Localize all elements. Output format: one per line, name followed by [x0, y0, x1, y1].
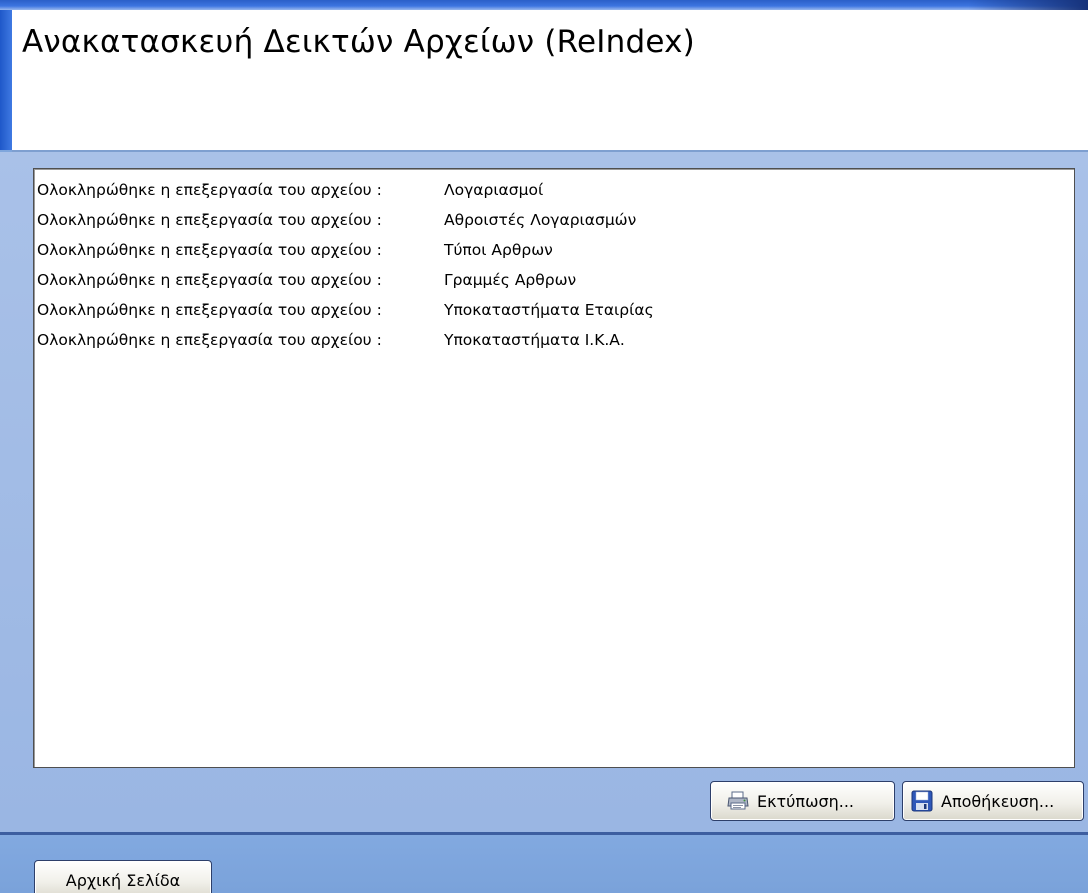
- print-button[interactable]: Εκτύπωση...: [710, 781, 895, 821]
- log-entry: Ολοκληρώθηκε η επεξεργασία του αρχείου :…: [37, 265, 1074, 295]
- printer-icon: [727, 791, 749, 811]
- log-entry-file: Υποκαταστήματα Ι.Κ.Α.: [444, 331, 625, 349]
- page-header: Ανακατασκευή Δεικτών Αρχείων (ReIndex): [12, 10, 1088, 152]
- log-entry-prefix: Ολοκληρώθηκε η επεξεργασία του αρχείου :: [37, 181, 382, 199]
- log-entry-prefix: Ολοκληρώθηκε η επεξεργασία του αρχείου :: [37, 301, 382, 319]
- save-button[interactable]: Αποθήκευση...: [902, 781, 1084, 821]
- window-top-strip: [0, 0, 1088, 10]
- log-entry-prefix: Ολοκληρώθηκε η επεξεργασία του αρχείου :: [37, 211, 382, 229]
- content-panel: Ολοκληρώθηκε η επεξεργασία του αρχείου :…: [0, 152, 1088, 832]
- log-entry-file: Τύποι Αρθρων: [444, 241, 553, 259]
- bottom-bar: Αρχική Σελίδα: [0, 835, 1088, 893]
- log-entry-file: Υποκαταστήματα Εταιρίας: [444, 301, 654, 319]
- floppy-disk-icon: [911, 790, 933, 812]
- page-title: Ανακατασκευή Δεικτών Αρχείων (ReIndex): [22, 24, 695, 60]
- log-textbox[interactable]: Ολοκληρώθηκε η επεξεργασία του αρχείου :…: [33, 168, 1075, 768]
- top-strip-accent: [968, 0, 1088, 10]
- log-entry: Ολοκληρώθηκε η επεξεργασία του αρχείου :…: [37, 295, 1074, 325]
- log-entry-file: Αθροιστές Λογαριασμών: [444, 211, 637, 229]
- save-button-label: Αποθήκευση...: [941, 791, 1055, 811]
- log-entry-file: Γραμμές Αρθρων: [444, 271, 577, 289]
- log-list: Ολοκληρώθηκε η επεξεργασία του αρχείου :…: [34, 169, 1074, 355]
- log-entry-prefix: Ολοκληρώθηκε η επεξεργασία του αρχείου :: [37, 241, 382, 259]
- home-page-button-label: Αρχική Σελίδα: [65, 871, 181, 890]
- log-entry-prefix: Ολοκληρώθηκε η επεξεργασία του αρχείου :: [37, 271, 382, 289]
- log-entry: Ολοκληρώθηκε η επεξεργασία του αρχείου :…: [37, 235, 1074, 265]
- log-entry: Ολοκληρώθηκε η επεξεργασία του αρχείου :…: [37, 325, 1074, 355]
- log-entry: Ολοκληρώθηκε η επεξεργασία του αρχείου :…: [37, 205, 1074, 235]
- log-entry-file: Λογαριασμοί: [444, 181, 544, 199]
- log-entry: Ολοκληρώθηκε η επεξεργασία του αρχείου :…: [37, 175, 1074, 205]
- home-page-button[interactable]: Αρχική Σελίδα: [34, 860, 212, 893]
- window-left-edge: [0, 10, 12, 150]
- print-button-label: Εκτύπωση...: [757, 791, 854, 811]
- log-entry-prefix: Ολοκληρώθηκε η επεξεργασία του αρχείου :: [37, 331, 382, 349]
- reindex-window: Ανακατασκευή Δεικτών Αρχείων (ReIndex) Ο…: [0, 0, 1088, 893]
